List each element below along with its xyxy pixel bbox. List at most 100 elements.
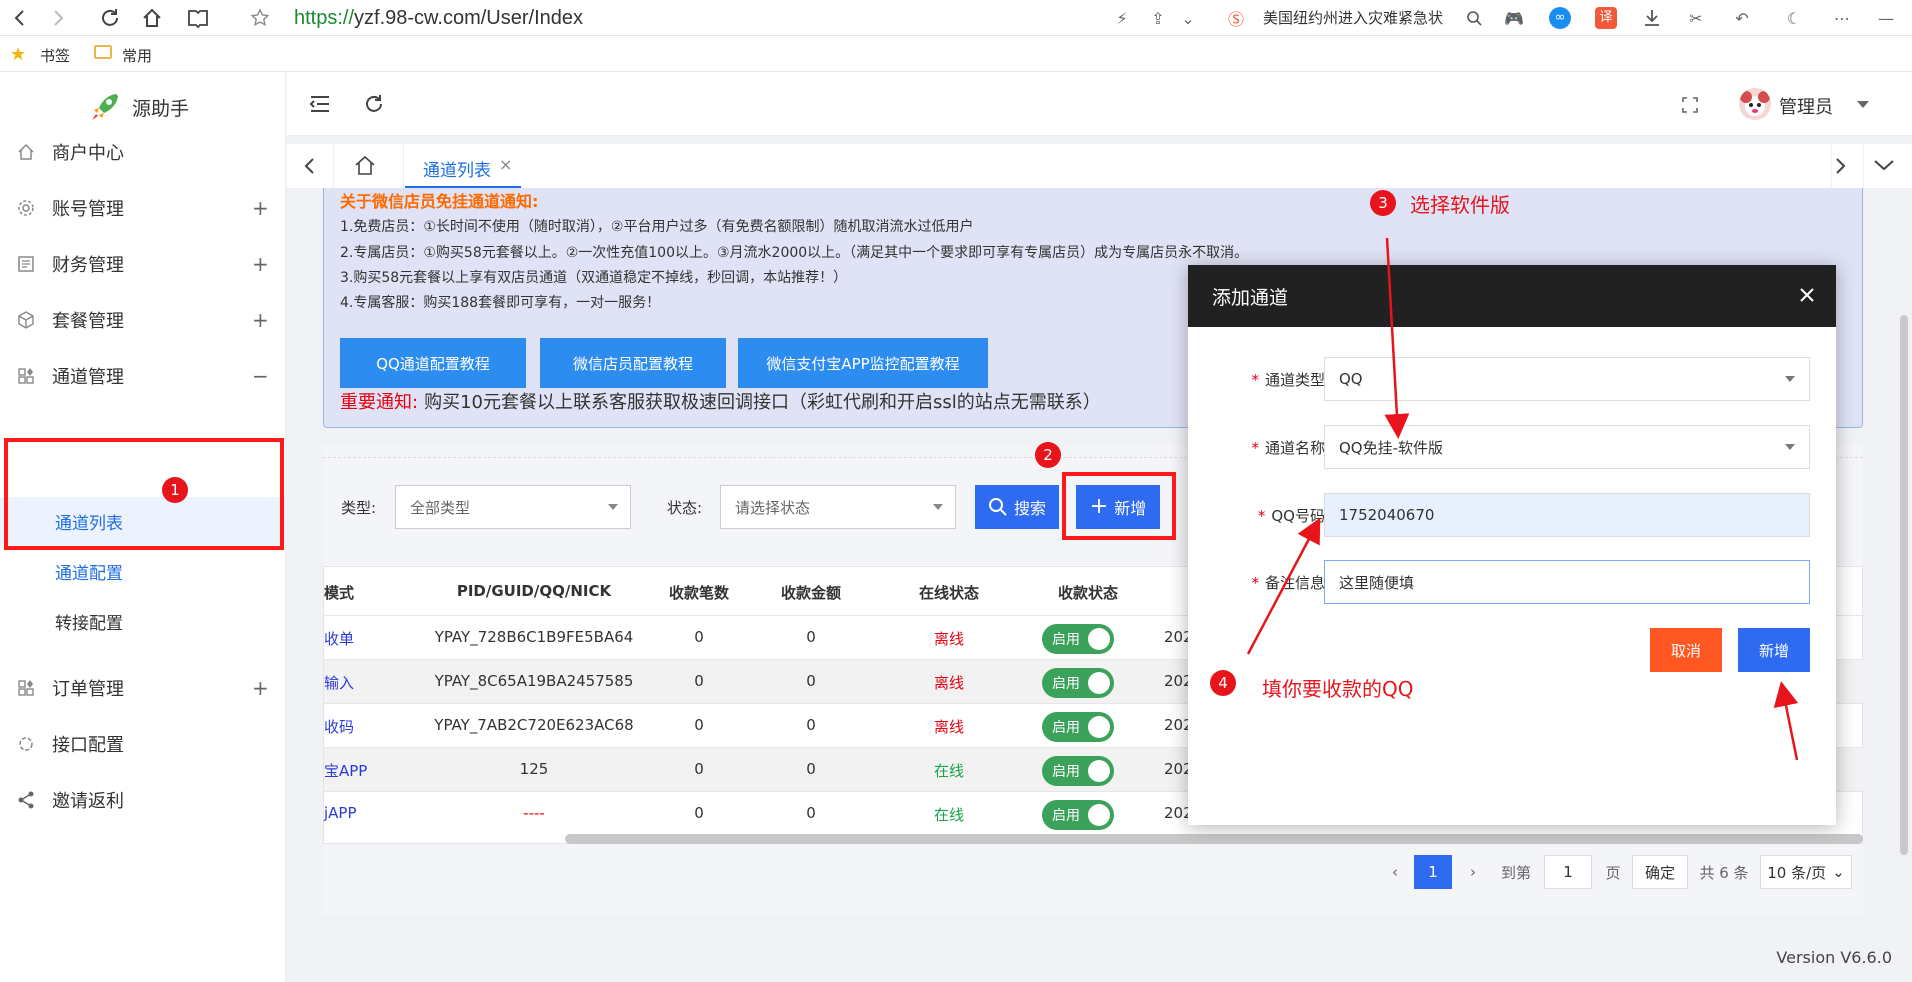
flash-icon[interactable]: ⚡ [1110,6,1134,30]
game-icon[interactable]: 🎮 [1502,6,1526,30]
goto-page-input[interactable]: 1 [1544,855,1592,889]
chevron-down-icon[interactable]: ⌄ [1176,6,1200,30]
avatar[interactable] [1739,88,1771,120]
tab-scroll-right-icon[interactable] [1833,156,1847,176]
bookmark-bar: ★ 书签 常用 [0,36,1912,72]
cell-mode[interactable]: 收码 [324,716,354,737]
download-icon[interactable] [1640,6,1664,30]
cell-count: 0 [694,672,704,690]
toggle-knob [1088,628,1110,650]
cell-mode[interactable]: jAPP [324,804,357,822]
channel-type-select[interactable]: QQ [1324,357,1810,401]
type-select[interactable]: 全部类型 [395,485,631,529]
channel-name-value: QQ免挂-软件版 [1339,438,1444,457]
tab-menu-chevron-icon[interactable] [1873,158,1895,172]
goto-confirm-button[interactable]: 确定 [1632,855,1688,889]
share-icon[interactable]: ⇪ [1146,6,1170,30]
news-ticker[interactable]: 美国纽约州进入灾难紧急状 [1263,7,1443,29]
reload-icon[interactable] [96,4,124,32]
menu-account[interactable]: 账号管理 + [0,182,286,234]
logo[interactable]: 源助手 [88,90,189,124]
cell-online: 在线 [933,806,964,824]
page-scrollbar[interactable] [1900,315,1908,855]
cell-pid: ---- [523,804,545,822]
sidebar-item-channel-config[interactable]: 通道配置 [0,547,286,595]
remark-input[interactable]: 这里随便填 [1324,560,1810,604]
qq-number-label-text: QQ号码: [1271,507,1330,525]
status-toggle[interactable]: 启用 [1042,800,1114,830]
search-engine-icon[interactable]: Ⓢ [1224,6,1248,30]
sidebar-item-transfer-config[interactable]: 转接配置 [0,597,286,645]
search-icon[interactable] [1462,6,1486,30]
step-badge-3: 3 [1370,190,1396,216]
prev-page-icon[interactable]: ‹ [1380,855,1410,889]
menu-invite[interactable]: 邀请返利 [0,774,286,826]
cancel-button[interactable]: 取消 [1650,628,1722,672]
refresh-icon[interactable] [363,93,385,115]
back-icon[interactable] [6,4,34,32]
page-number-current[interactable]: 1 [1414,855,1452,889]
close-icon[interactable]: × [499,155,512,174]
menu-finance[interactable]: 财务管理 + [0,238,286,290]
qq-number-input[interactable]: 1752040670 [1324,493,1810,537]
status-select-value: 请选择状态 [735,498,811,517]
forward-icon[interactable] [44,4,72,32]
status-toggle[interactable]: 启用 [1042,624,1114,654]
fullscreen-icon[interactable] [1681,96,1699,114]
moon-icon[interactable]: ☾ [1782,6,1806,30]
step4-annotation: 填你要收款的QQ [1262,677,1414,701]
cell-mode[interactable]: 输入 [324,672,354,693]
menu-order[interactable]: 订单管理 + [0,662,286,714]
menu-toggle-icon[interactable] [309,94,331,114]
tab-channel-list[interactable]: 通道列表 × [405,144,521,188]
search-button[interactable]: 搜索 [975,485,1059,529]
menu-package[interactable]: 套餐管理 + [0,294,286,346]
chevron-down-icon [1785,376,1795,382]
rocket-icon [92,94,118,120]
channel-name-select[interactable]: QQ免挂-软件版 [1324,425,1810,469]
tab-scroll-left-icon[interactable] [303,156,317,176]
channel-icon [16,366,36,386]
next-page-icon[interactable]: › [1458,855,1488,889]
app-monitor-tutorial-button[interactable]: 微信支付宝APP监控配置教程 [738,338,988,388]
notice-line: 3.购买58元套餐以上享有双店员通道（双通道稳定不掉线，秒回调，本站推荐！） [340,270,848,286]
per-page-value: 10 条/页 [1767,863,1827,882]
cell-mode[interactable]: 收单 [324,628,354,649]
tab-bar: 通道列表 × [287,144,1912,188]
reader-icon[interactable] [184,4,212,32]
translate-icon[interactable]: 译 [1594,6,1618,30]
scissors-icon[interactable]: ✂ [1684,6,1708,30]
address-bar[interactable]: https://yzf.98-cw.com/User/Index [294,5,583,31]
tab-label: 通道列表 [423,161,491,181]
minimize-icon[interactable]: — [1874,6,1898,30]
user-dropdown-icon[interactable] [1857,101,1869,108]
channel-name-label: * 通道名称: [1251,439,1330,457]
submit-add-button[interactable]: 新增 [1738,628,1810,672]
cell-mode[interactable]: 宝APP [324,760,367,781]
star-icon[interactable] [246,4,274,32]
status-toggle[interactable]: 启用 [1042,668,1114,698]
per-page-select[interactable]: 10 条/页 ⌄ [1760,855,1852,889]
chevron-down-icon [608,504,618,510]
tab-home-icon[interactable] [353,154,377,176]
qq-tutorial-button[interactable]: QQ通道配置教程 [340,338,526,388]
undo-icon[interactable]: ↶ [1730,6,1754,30]
menu-merchant-center[interactable]: 商户中心 [0,126,286,178]
cell-count: 0 [694,804,704,822]
column-header: 收款状态 [1057,584,1118,602]
home-icon[interactable] [138,4,166,32]
bookmark-item[interactable]: 书签 [40,45,70,66]
status-select[interactable]: 请选择状态 [720,485,956,529]
close-icon[interactable] [1796,284,1820,308]
bookmark-item[interactable]: 常用 [122,45,152,66]
menu-api-config[interactable]: 接口配置 [0,718,286,770]
infinity-icon[interactable]: ∞ [1548,6,1572,30]
user-name[interactable]: 管理员 [1779,93,1833,119]
horizontal-scrollbar[interactable] [565,834,1863,844]
more-icon[interactable]: ⋯ [1830,6,1854,30]
wechat-clerk-tutorial-button[interactable]: 微信店员配置教程 [540,338,726,388]
menu-channel[interactable]: 通道管理 − [0,350,286,402]
status-toggle[interactable]: 启用 [1042,756,1114,786]
share-icon [16,790,36,810]
status-toggle[interactable]: 启用 [1042,712,1114,742]
